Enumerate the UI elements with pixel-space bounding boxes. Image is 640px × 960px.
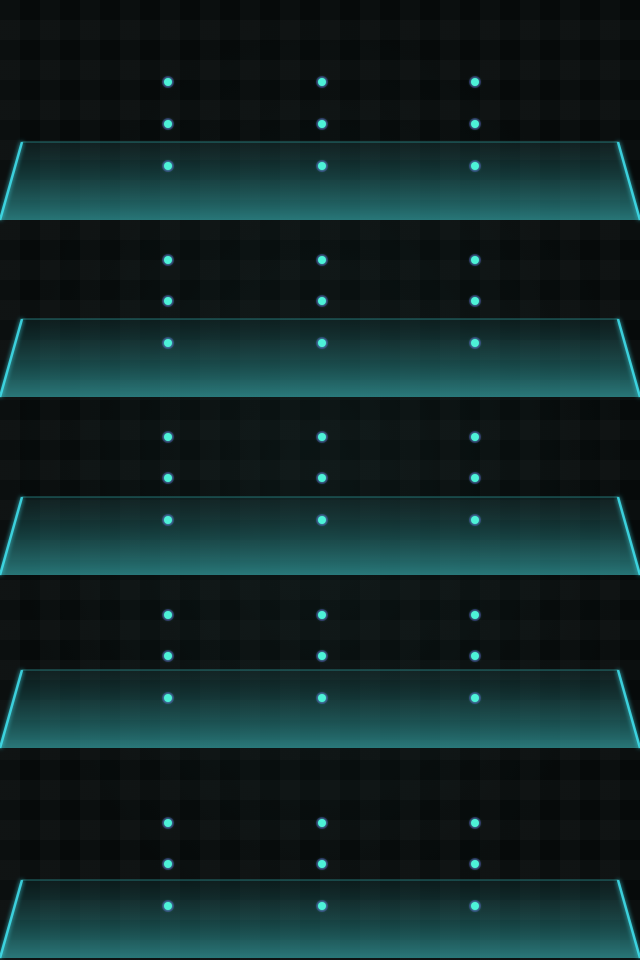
dot-shelf-5-col-3-row-1 — [471, 819, 479, 827]
dot-shelf-5-col-2-row-2 — [318, 860, 326, 868]
dot-shelf-1-col-1-row-2 — [164, 120, 172, 128]
dot-shelf-4-col-1-row-3 — [164, 694, 172, 702]
dot-shelf-3-col-2-row-3 — [318, 516, 326, 524]
dot-shelf-3-col-3-row-3 — [471, 516, 479, 524]
dot-shelf-4-col-1-row-2 — [164, 652, 172, 660]
shelves-graphic — [0, 76, 640, 960]
shelf-2 — [0, 318, 640, 399]
shelf-glass-panel — [0, 880, 640, 958]
dot-shelf-3-col-2-row-1 — [318, 433, 326, 441]
dot-shelf-2-col-3-row-1 — [471, 256, 479, 264]
dot-shelf-5-col-1-row-2 — [164, 860, 172, 868]
dot-shelf-1-col-1-row-1 — [164, 78, 172, 86]
dot-shelf-2-col-1-row-2 — [164, 297, 172, 305]
dot-shelf-3-col-3-row-2 — [471, 474, 479, 482]
dot-shelf-2-col-1-row-3 — [164, 339, 172, 347]
dot-shelf-1-col-2-row-1 — [318, 78, 326, 86]
dot-shelf-5-col-1-row-3 — [164, 902, 172, 910]
dot-shelf-2-col-3-row-3 — [471, 339, 479, 347]
dot-shelf-4-col-2-row-3 — [318, 694, 326, 702]
dot-shelf-3-col-1-row-3 — [164, 516, 172, 524]
dot-shelf-4-col-3-row-1 — [471, 611, 479, 619]
shelf-glass-panel — [0, 670, 640, 748]
dot-shelf-5-col-3-row-3 — [471, 902, 479, 910]
dot-shelf-5-col-2-row-1 — [318, 819, 326, 827]
dot-shelf-1-col-1-row-3 — [164, 162, 172, 170]
dot-shelf-2-col-2-row-3 — [318, 339, 326, 347]
dot-shelf-5-col-2-row-3 — [318, 902, 326, 910]
dot-shelf-1-col-3-row-1 — [471, 78, 479, 86]
dot-shelf-4-col-3-row-2 — [471, 652, 479, 660]
dot-shelf-2-col-2-row-1 — [318, 256, 326, 264]
dot-shelf-4-col-2-row-1 — [318, 611, 326, 619]
shelf-4 — [0, 669, 640, 750]
dot-shelf-2-col-3-row-2 — [471, 297, 479, 305]
shelf-glass-panel — [0, 497, 640, 575]
dot-shelf-3-col-1-row-2 — [164, 474, 172, 482]
dot-shelf-5-col-3-row-2 — [471, 860, 479, 868]
dot-shelf-4-col-1-row-1 — [164, 611, 172, 619]
dot-shelf-3-col-2-row-2 — [318, 474, 326, 482]
dot-shelf-1-col-3-row-3 — [471, 162, 479, 170]
dot-shelf-4-col-2-row-2 — [318, 652, 326, 660]
dot-shelf-4-col-3-row-3 — [471, 694, 479, 702]
shelf-3 — [0, 496, 640, 577]
shelf-wallpaper — [0, 0, 640, 960]
dot-shelf-5-col-1-row-1 — [164, 819, 172, 827]
dot-shelf-3-col-1-row-1 — [164, 433, 172, 441]
dot-shelf-3-col-3-row-1 — [471, 433, 479, 441]
dot-shelf-1-col-2-row-3 — [318, 162, 326, 170]
shelf-5 — [0, 879, 640, 960]
dot-shelf-1-col-3-row-2 — [471, 120, 479, 128]
dot-shelf-2-col-2-row-2 — [318, 297, 326, 305]
shelf-glass-panel — [0, 319, 640, 397]
dot-shelf-1-col-2-row-2 — [318, 120, 326, 128]
dot-shelf-2-col-1-row-1 — [164, 256, 172, 264]
shelf-glass-panel — [0, 142, 640, 220]
shelf-1 — [0, 141, 640, 222]
